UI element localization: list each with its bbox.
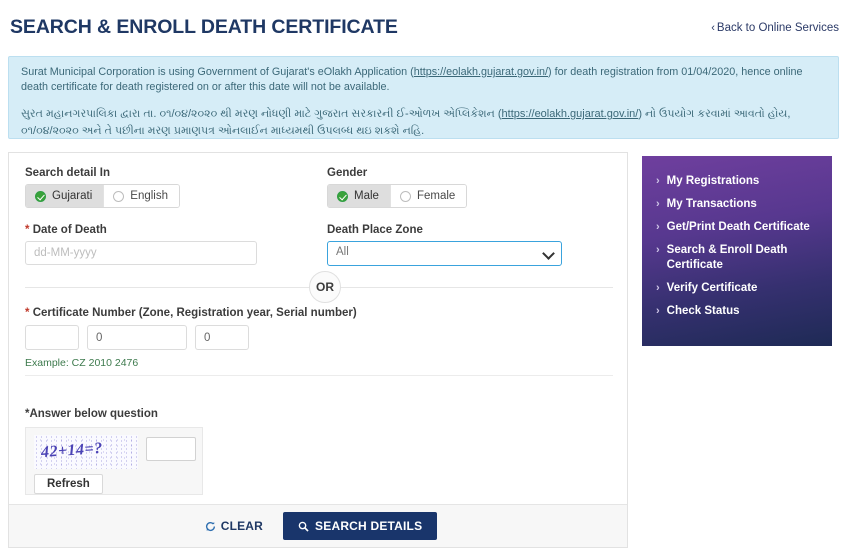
certificate-number-inputs <box>25 325 613 350</box>
language-option-english[interactable]: English <box>104 185 179 207</box>
certificate-number-label: * Certificate Number (Zone, Registration… <box>25 307 613 319</box>
sidebar-item-search-enroll-death-certificate[interactable]: › Search & Enroll Death Certificate <box>656 243 818 273</box>
gender-option-male-label: Male <box>354 190 379 202</box>
chevron-right-icon: › <box>656 282 660 294</box>
certificate-serial-input[interactable] <box>195 325 249 350</box>
date-of-death-input[interactable] <box>25 241 257 265</box>
radio-unselected-icon <box>113 190 125 202</box>
banner-english-text: Surat Municipal Corporation is using Gov… <box>21 65 826 95</box>
sidebar-item-label: My Transactions <box>666 198 757 210</box>
sidebar-item-label: Get/Print Death Certificate <box>666 221 810 233</box>
chevron-right-icon: › <box>656 175 660 187</box>
gender-option-male[interactable]: Male <box>328 185 391 207</box>
certificate-number-section: * Certificate Number (Zone, Registration… <box>25 307 613 369</box>
search-form-body: Search detail In Gujarati English * Date… <box>9 153 627 511</box>
sidebar-item-label: My Registrations <box>666 175 760 187</box>
form-column-left: Search detail In Gujarati English * Date… <box>25 167 315 265</box>
search-details-button[interactable]: SEARCH DETAILS <box>283 512 438 540</box>
language-option-english-label: English <box>130 190 168 202</box>
search-details-button-label: SEARCH DETAILS <box>315 519 423 533</box>
banner-english-part1: Surat Municipal Corporation is using Gov… <box>21 66 414 78</box>
captcha-box: 42+14=? Refresh <box>25 427 203 495</box>
form-column-right: Gender Male Female Death Place Zone All <box>327 167 617 266</box>
banner-gujarati-text: સુરત મહાનગરપાલિકા દ્વારા તા. ૦૧/૦૪/૨૦૨૦ … <box>21 106 826 140</box>
gender-option-female-label: Female <box>416 190 456 202</box>
captcha-section: *Answer below question 42+14=? Refresh <box>25 408 203 495</box>
captcha-image: 42+14=? <box>34 435 138 469</box>
radio-selected-icon <box>337 190 348 202</box>
section-divider <box>25 375 613 376</box>
captcha-label: *Answer below question <box>25 408 158 420</box>
gender-radio-group[interactable]: Male Female <box>327 184 468 208</box>
required-star-certificate: * <box>25 307 30 319</box>
captcha-refresh-button[interactable]: Refresh <box>34 474 103 494</box>
search-detail-in-label: Search detail In <box>25 167 111 179</box>
sidebar-item-my-transactions[interactable]: › My Transactions <box>656 197 818 212</box>
page-title: SEARCH & ENROLL DEATH CERTIFICATE <box>10 16 398 38</box>
certificate-zone-input[interactable] <box>25 325 79 350</box>
language-radio-group[interactable]: Gujarati English <box>25 184 180 208</box>
radio-selected-icon <box>35 190 46 202</box>
sidebar-item-label: Verify Certificate <box>666 282 758 294</box>
or-badge: OR <box>309 271 341 303</box>
death-place-zone-label: Death Place Zone <box>327 224 423 236</box>
date-of-death-label: * Date of Death <box>25 224 315 236</box>
certificate-number-label-text: Certificate Number (Zone, Registration y… <box>32 307 357 319</box>
back-to-online-services-link[interactable]: ‹ Back to Online Services <box>711 22 839 34</box>
eolakh-link-gujarati[interactable]: https://eolakh.gujarat.gov.in/ <box>502 108 639 120</box>
clear-button-label: CLEAR <box>220 519 264 533</box>
gender-label: Gender <box>327 167 368 179</box>
search-form-card: Search detail In Gujarati English * Date… <box>8 152 628 548</box>
death-place-zone-value: All <box>336 246 349 258</box>
page-header: SEARCH & ENROLL DEATH CERTIFICATE ‹ Back … <box>0 0 847 50</box>
chevron-left-icon: ‹ <box>711 22 715 34</box>
date-of-death-label-text: Date of Death <box>32 224 107 236</box>
banner-gujarati-part1: સુરત મહાનગરપાલિકા દ્વારા તા. ૦૧/૦૪/૨૦૨૦ … <box>21 108 502 120</box>
info-banner: Surat Municipal Corporation is using Gov… <box>8 56 839 139</box>
services-sidebar: › My Registrations › My Transactions › G… <box>642 156 832 346</box>
radio-unselected-icon <box>399 190 411 202</box>
page-root: SEARCH & ENROLL DEATH CERTIFICATE ‹ Back … <box>0 0 847 557</box>
required-star-date: * <box>25 224 30 236</box>
sidebar-item-get-print-death-certificate[interactable]: › Get/Print Death Certificate <box>656 220 818 235</box>
chevron-right-icon: › <box>656 198 660 210</box>
or-divider: OR <box>25 271 613 303</box>
sidebar-item-check-status[interactable]: › Check Status <box>656 304 818 319</box>
chevron-right-icon: › <box>656 221 660 233</box>
sidebar-item-label: Search & Enroll Death Certificate <box>666 244 788 271</box>
language-option-gujarati[interactable]: Gujarati <box>26 185 105 207</box>
chevron-down-icon <box>542 247 555 260</box>
death-place-zone-select[interactable]: All <box>327 241 562 266</box>
certificate-example-text: Example: CZ 2010 2476 <box>25 357 139 369</box>
eolakh-link-english[interactable]: https://eolakh.gujarat.gov.in/ <box>414 66 548 78</box>
captcha-answer-input[interactable] <box>146 437 196 461</box>
language-option-gujarati-label: Gujarati <box>52 190 93 202</box>
sidebar-item-verify-certificate[interactable]: › Verify Certificate <box>656 281 818 296</box>
chevron-right-icon: › <box>656 305 660 317</box>
certificate-year-input[interactable] <box>87 325 187 350</box>
form-actions: CLEAR SEARCH DETAILS <box>9 504 627 547</box>
back-link-label: Back to Online Services <box>716 22 839 34</box>
gender-option-female[interactable]: Female <box>390 185 467 207</box>
sidebar-item-label: Check Status <box>666 305 740 317</box>
clear-button[interactable]: CLEAR <box>199 518 269 534</box>
search-icon <box>298 521 309 532</box>
chevron-right-icon: › <box>656 244 660 256</box>
refresh-icon <box>205 521 215 531</box>
sidebar-item-my-registrations[interactable]: › My Registrations <box>656 174 818 189</box>
